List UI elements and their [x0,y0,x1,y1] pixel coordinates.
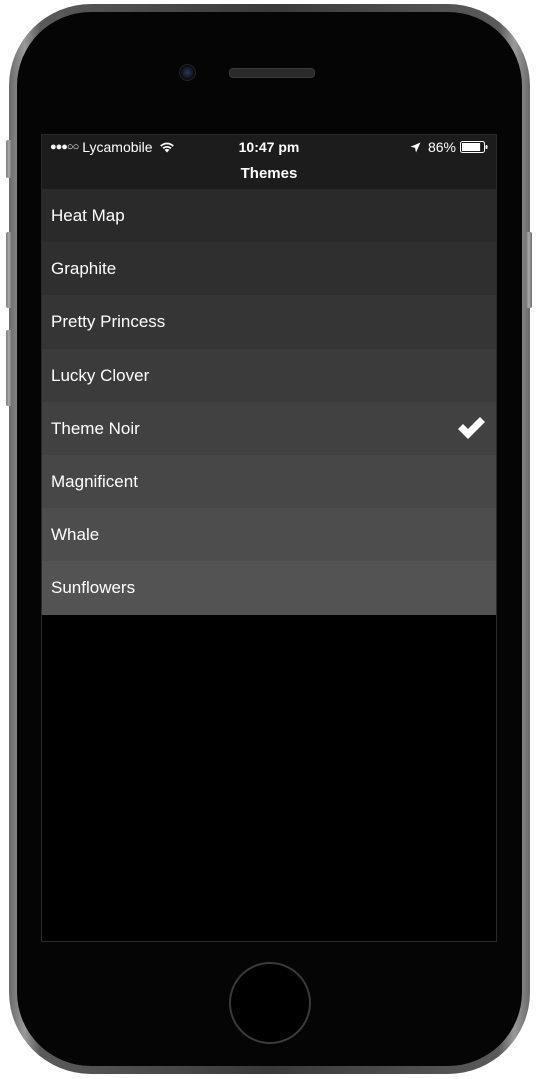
volume-down-button [6,330,12,406]
theme-label: Theme Noir [51,418,140,438]
theme-label: Whale [51,525,100,545]
power-button [526,232,532,308]
theme-row[interactable]: Magnificent [42,454,496,509]
theme-label: Sunflowers [51,578,136,598]
checkmark-icon [458,416,485,439]
mute-switch [6,140,12,178]
theme-row[interactable]: Heat Map [42,189,496,243]
battery-icon [460,141,488,153]
location-arrow-icon [410,142,421,152]
theme-row[interactable]: Sunflowers [42,561,496,615]
front-camera [179,64,196,81]
status-right: 86% [410,139,488,155]
theme-row[interactable]: Pretty Princess [42,295,496,349]
theme-row[interactable]: Lucky Clover [42,348,496,402]
earpiece-speaker [229,68,315,78]
theme-label: Heat Map [51,206,125,225]
page-title: Themes [240,165,298,182]
theme-label: Graphite [51,259,117,279]
battery-percent: 86% [427,139,456,155]
theme-row[interactable]: Whale [42,508,496,562]
home-button[interactable] [229,962,311,1044]
volume-up-button [6,232,12,308]
theme-row[interactable]: Theme Noir [42,401,496,455]
theme-row[interactable]: Graphite [42,242,496,296]
app-screen: ●●●○○ Lycamobile 10:47 pm 86% Themes Hea… [41,134,497,942]
theme-label: Pretty Princess [51,312,166,332]
theme-list: Heat Map Graphite Pretty Princess Lucky Clo… [42,189,496,615]
navigation-bar: Themes [42,159,496,190]
status-bar: ●●●○○ Lycamobile 10:47 pm 86% [42,135,496,159]
theme-label: Magnificent [51,471,138,491]
theme-label: Lucky Clover [51,365,150,385]
